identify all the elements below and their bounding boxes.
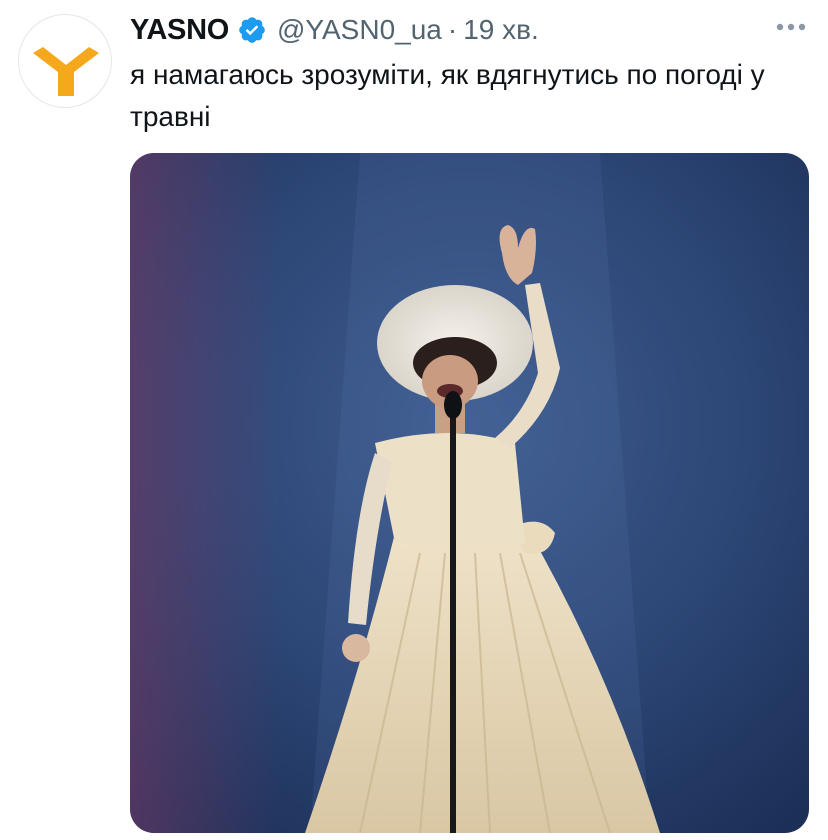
tweet-header: YASNO @YASN0_ua · 19 хв. (130, 10, 539, 50)
author-handle[interactable]: @YASN0_ua (277, 14, 442, 46)
tweet-text: я намагаюсь зрозуміти, як вдягнутись по … (130, 59, 765, 132)
author-name[interactable]: YASNO (130, 14, 229, 47)
separator-dot: · (447, 14, 458, 45)
tweet-timestamp[interactable]: 19 хв. (463, 14, 539, 46)
stage-performer-photo (130, 153, 809, 833)
avatar[interactable] (18, 14, 112, 108)
tweet: YASNO @YASN0_ua · 19 хв. я намагаюсь зро… (0, 0, 828, 840)
more-options-icon[interactable] (774, 12, 808, 42)
tweet-media-image[interactable] (130, 153, 809, 833)
yasno-logo-icon (33, 47, 99, 96)
verified-badge-icon (237, 15, 267, 45)
